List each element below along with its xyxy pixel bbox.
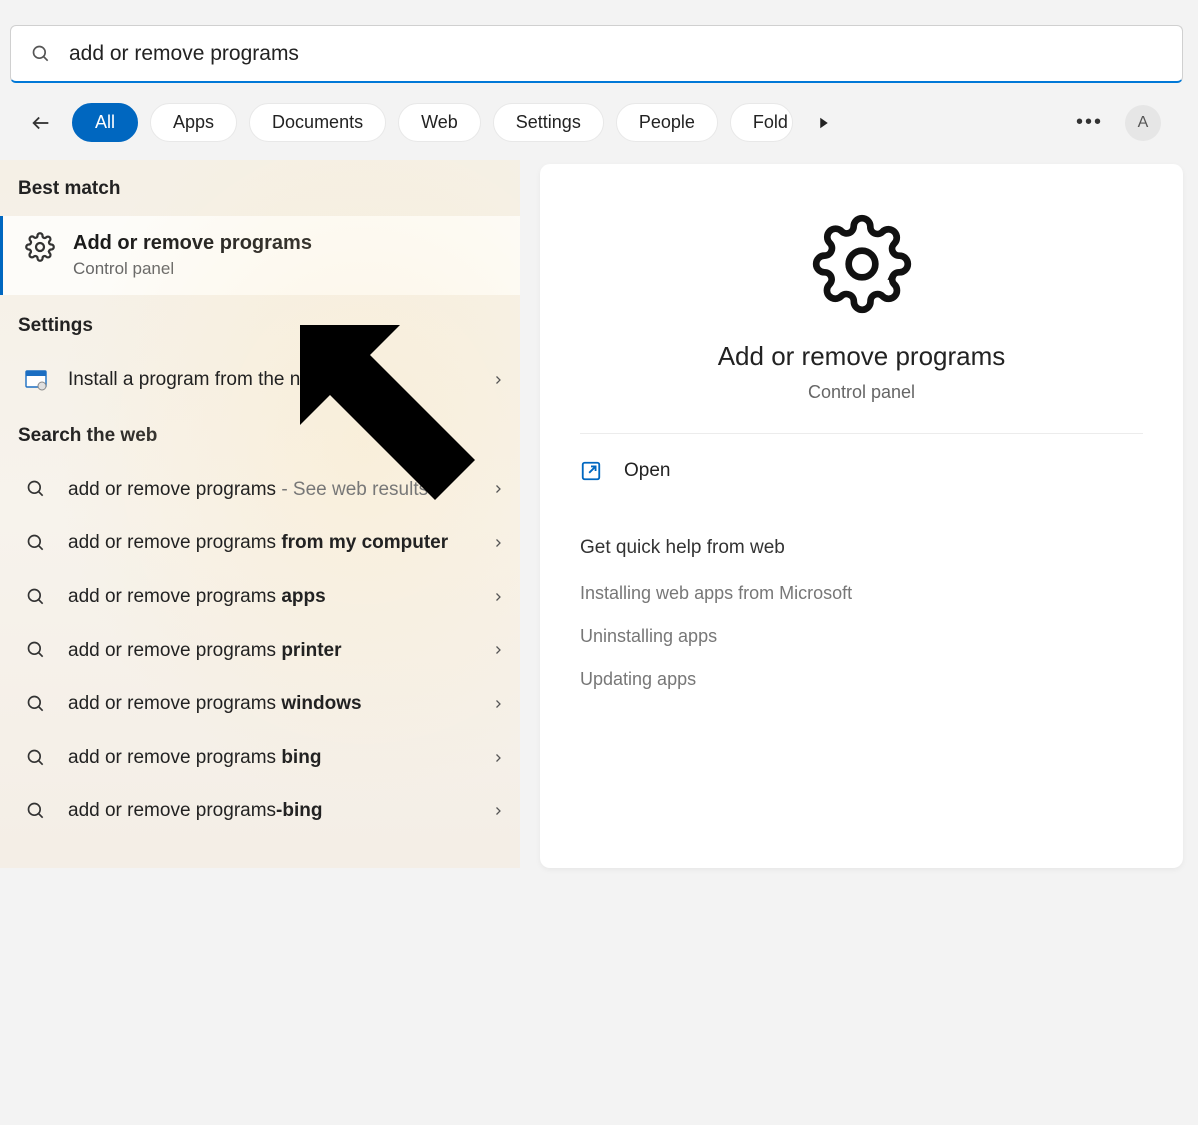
open-button[interactable]: Open bbox=[580, 460, 1143, 482]
chevron-right-icon bbox=[492, 644, 504, 656]
web-result-label: add or remove programs - See web results bbox=[68, 477, 474, 503]
search-icon bbox=[26, 479, 46, 499]
web-result-5[interactable]: add or remove programs bing bbox=[0, 731, 520, 785]
filter-web[interactable]: Web bbox=[398, 103, 481, 142]
search-icon bbox=[26, 748, 46, 768]
help-link-2[interactable]: Updating apps bbox=[580, 669, 1143, 690]
search-icon bbox=[26, 640, 46, 660]
filter-documents[interactable]: Documents bbox=[249, 103, 386, 142]
web-result-0[interactable]: add or remove programs - See web results bbox=[0, 463, 520, 517]
web-result-label: add or remove programs from my computer bbox=[68, 530, 474, 556]
settings-header: Settings bbox=[0, 297, 520, 353]
chevron-right-icon bbox=[492, 537, 504, 549]
program-icon bbox=[24, 368, 48, 392]
search-icon bbox=[26, 694, 46, 714]
best-match-title: Add or remove programs bbox=[73, 232, 312, 255]
search-icon bbox=[26, 801, 46, 821]
help-header: Get quick help from web bbox=[580, 537, 1143, 559]
help-link-0[interactable]: Installing web apps from Microsoft bbox=[580, 583, 1143, 604]
filter-settings[interactable]: Settings bbox=[493, 103, 604, 142]
web-result-4[interactable]: add or remove programs windows bbox=[0, 677, 520, 731]
web-result-label: add or remove programs-bing bbox=[68, 798, 474, 824]
gear-icon bbox=[25, 232, 55, 262]
web-result-6[interactable]: add or remove programs-bing bbox=[0, 784, 520, 838]
web-result-label: add or remove programs bing bbox=[68, 745, 474, 771]
help-link-1[interactable]: Uninstalling apps bbox=[580, 626, 1143, 647]
back-button[interactable] bbox=[30, 112, 52, 134]
web-result-1[interactable]: add or remove programs from my computer bbox=[0, 516, 520, 570]
web-result-3[interactable]: add or remove programs printer bbox=[0, 624, 520, 678]
web-result-label: add or remove programs apps bbox=[68, 584, 474, 610]
filter-row: All Apps Documents Web Settings People F… bbox=[0, 83, 1198, 160]
settings-item-label: Install a program from the network bbox=[68, 367, 474, 393]
detail-subtitle: Control panel bbox=[580, 382, 1143, 403]
detail-title: Add or remove programs bbox=[580, 341, 1143, 372]
chevron-right-icon bbox=[492, 483, 504, 495]
results-column: Best match Add or remove programs Contro… bbox=[0, 160, 520, 868]
gear-icon bbox=[812, 214, 912, 314]
more-options[interactable]: ••• bbox=[1076, 111, 1103, 134]
chevron-right-icon bbox=[492, 698, 504, 710]
web-header: Search the web bbox=[0, 407, 520, 463]
web-result-label: add or remove programs printer bbox=[68, 638, 474, 664]
web-result-label: add or remove programs windows bbox=[68, 691, 474, 717]
search-icon bbox=[31, 44, 51, 64]
best-match-subtitle: Control panel bbox=[73, 259, 312, 279]
open-icon bbox=[580, 460, 602, 482]
avatar[interactable]: A bbox=[1125, 105, 1161, 141]
detail-panel: Add or remove programs Control panel Ope… bbox=[540, 164, 1183, 868]
search-input[interactable] bbox=[69, 42, 1162, 66]
chevron-right-icon bbox=[492, 374, 504, 386]
search-bar[interactable] bbox=[10, 25, 1183, 83]
filter-people[interactable]: People bbox=[616, 103, 718, 142]
best-match-header: Best match bbox=[0, 160, 520, 216]
scroll-right-icon[interactable] bbox=[815, 114, 833, 132]
search-icon bbox=[26, 587, 46, 607]
chevron-right-icon bbox=[492, 591, 504, 603]
web-result-2[interactable]: add or remove programs apps bbox=[0, 570, 520, 624]
open-label: Open bbox=[624, 460, 670, 482]
best-match-item[interactable]: Add or remove programs Control panel bbox=[0, 216, 520, 295]
search-icon bbox=[26, 533, 46, 553]
settings-item-install-network[interactable]: Install a program from the network bbox=[0, 353, 520, 407]
filter-apps[interactable]: Apps bbox=[150, 103, 237, 142]
filter-all[interactable]: All bbox=[72, 103, 138, 142]
filter-folders[interactable]: Fold bbox=[730, 103, 793, 142]
chevron-right-icon bbox=[492, 805, 504, 817]
chevron-right-icon bbox=[492, 752, 504, 764]
